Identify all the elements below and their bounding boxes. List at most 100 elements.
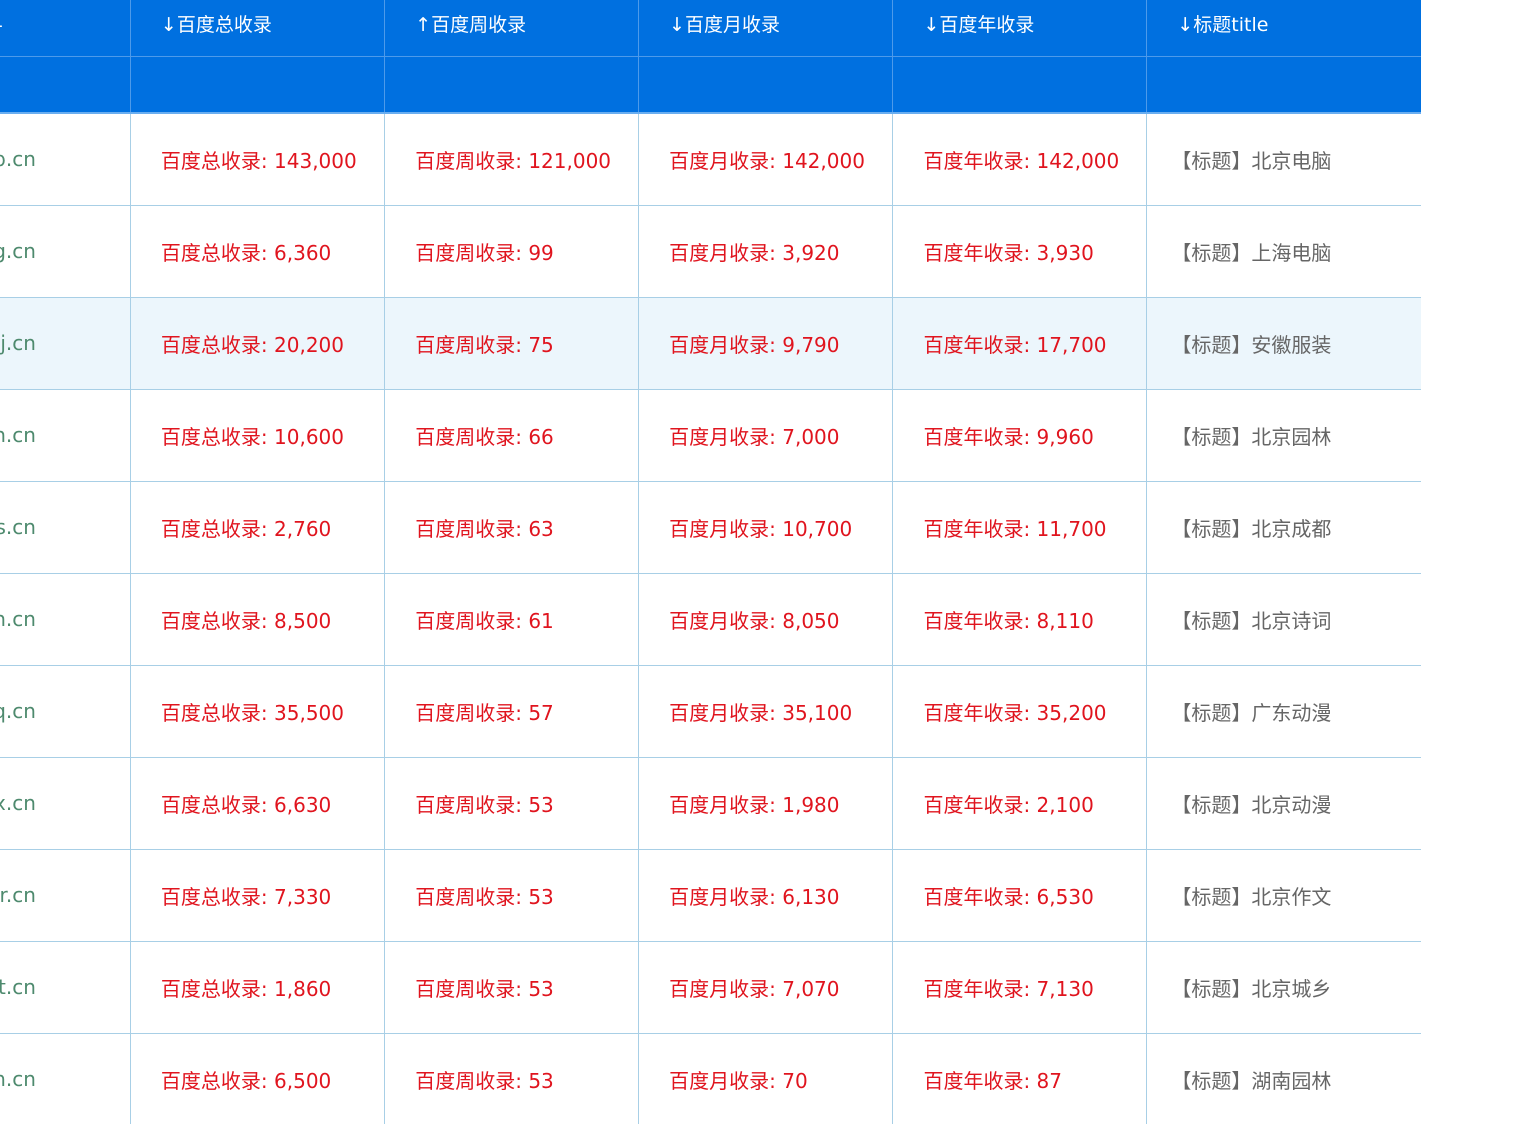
url-cell-text[interactable]: ugfxhj.cn — [0, 331, 36, 355]
url-cell[interactable]: ugfxhs.cn — [0, 481, 131, 574]
table-row[interactable]: ugfxhr.cn 百度总收录: 7,330 百度周收录: 53 百度月收录: 6,1… — [0, 849, 1421, 942]
title-cell: 【标题】北京动漫 — [1146, 757, 1421, 850]
url-cell-text[interactable]: bgfkhn.cn — [0, 423, 36, 447]
total-index-cell: 百度总收录: 2,760 — [129, 481, 385, 574]
url-cell[interactable]: ugfxhj.cn — [0, 297, 131, 390]
year-index-cell-text: 百度年收录: 17,700 — [923, 332, 1107, 357]
table-row[interactable]: ugfxht.cn 百度总收录: 1,860 百度周收录: 53 百度月收录: 7,0… — [0, 941, 1421, 1034]
week-index-cell-text: 百度周收录: 53 — [415, 1068, 554, 1093]
total-index-cell: 百度总收录: 20,200 — [129, 297, 385, 390]
column-header-week-index[interactable]: ↑百度周收录 — [384, 0, 639, 57]
year-index-cell-text: 百度年收录: 35,200 — [923, 700, 1107, 725]
url-cell-text[interactable]: ugfxht.cn — [0, 975, 36, 999]
url-cell-text[interactable]: ugfxhs.cn — [0, 515, 36, 539]
filter-cell-total-index — [129, 56, 385, 114]
column-header-month-index-label: ↓百度月收录 — [669, 14, 781, 36]
url-cell[interactable]: bgfkhn.cn — [0, 389, 131, 482]
year-index-cell-text: 百度年收录: 142,000 — [923, 148, 1120, 173]
month-index-cell-text: 百度月收录: 9,790 — [669, 332, 840, 357]
filter-cell-url — [0, 56, 131, 114]
year-index-cell-text: 百度年收录: 9,960 — [923, 424, 1094, 449]
month-index-cell: 百度月收录: 3,920 — [638, 205, 893, 298]
url-cell-text[interactable]: cgfkhq.cn — [0, 699, 36, 723]
url-cell[interactable]: ugfxht.cn — [0, 941, 131, 1034]
url-cell-text[interactable]: gfphb.cn — [0, 147, 36, 171]
month-index-cell-text: 百度月收录: 70 — [669, 1068, 808, 1093]
month-index-cell: 百度月收录: 7,000 — [638, 389, 893, 482]
column-header-total-index-label: ↓百度总收录 — [160, 14, 272, 36]
year-index-cell: 百度年收录: 6,530 — [892, 849, 1147, 942]
title-cell: 【标题】北京园林 — [1146, 389, 1421, 482]
total-index-cell-text: 百度总收录: 1,860 — [160, 976, 332, 1001]
title-cell: 【标题】北京成都 — [1146, 481, 1421, 574]
table-row[interactable]: ugfxhj.cn 百度总收录: 20,200 百度周收录: 75 百度月收录: 9,… — [0, 297, 1421, 390]
url-cell-text[interactable]: gfphh.cn — [0, 607, 36, 631]
year-index-cell-text: 百度年收录: 8,110 — [923, 608, 1094, 633]
week-index-cell: 百度周收录: 121,000 — [384, 113, 639, 206]
year-index-cell: 百度年收录: 8,110 — [892, 573, 1147, 666]
url-cell[interactable]: bgfvhm.cn — [0, 1033, 131, 1124]
title-cell-text: 【标题】北京电脑 — [1171, 148, 1332, 173]
column-header-month-index[interactable]: ↓百度月收录 — [638, 0, 893, 57]
week-index-cell: 百度周收录: 53 — [384, 849, 639, 942]
title-cell-text: 【标题】北京成都 — [1171, 516, 1332, 541]
month-index-cell: 百度月收录: 142,000 — [638, 113, 893, 206]
month-index-cell-text: 百度月收录: 35,100 — [669, 700, 853, 725]
total-index-cell: 百度总收录: 6,360 — [129, 205, 385, 298]
table-row[interactable]: bgfkhn.cn 百度总收录: 10,600 百度周收录: 66 百度月收录: 7,… — [0, 389, 1421, 482]
title-cell-text: 【标题】北京园林 — [1171, 424, 1332, 449]
title-cell: 【标题】湖南园林 — [1146, 1033, 1421, 1124]
url-cell[interactable]: ugfxhx.cn — [0, 757, 131, 850]
title-cell-text: 【标题】北京作文 — [1171, 884, 1332, 909]
table-row[interactable]: gfphh.cn 百度总收录: 8,500 百度周收录: 61 百度月收录: 8,05… — [0, 573, 1421, 666]
column-header-year-index[interactable]: ↓百度年收录 — [892, 0, 1147, 57]
table-row[interactable]: ugfxhx.cn 百度总收录: 6,630 百度周收录: 53 百度月收录: 1,9… — [0, 757, 1421, 850]
week-index-cell: 百度周收录: 66 — [384, 389, 639, 482]
table-row[interactable]: bgfvhm.cn 百度总收录: 6,500 百度周收录: 53 百度月收录: 70 百… — [0, 1033, 1421, 1124]
year-index-cell: 百度年收录: 142,000 — [892, 113, 1147, 206]
table-row[interactable]: cgfkhq.cn 百度总收录: 35,500 百度周收录: 57 百度月收录: 35… — [0, 665, 1421, 758]
column-header-total-index[interactable]: ↓百度总收录 — [129, 0, 385, 57]
url-cell-text[interactable]: ugfxhr.cn — [0, 883, 36, 907]
title-cell-text: 【标题】湖南园林 — [1171, 1068, 1332, 1093]
total-index-cell: 百度总收录: 7,330 — [129, 849, 385, 942]
url-cell[interactable]: bgfnhg.cn — [0, 205, 131, 298]
week-index-cell-text: 百度周收录: 61 — [415, 608, 554, 633]
column-header-week-index-label: ↑百度周收录 — [415, 14, 527, 36]
title-cell: 【标题】北京诗词 — [1146, 573, 1421, 666]
filter-cell-year-index — [892, 56, 1147, 114]
month-index-cell-text: 百度月收录: 6,130 — [669, 884, 840, 909]
month-index-cell: 百度月收录: 10,700 — [638, 481, 893, 574]
title-cell: 【标题】广东动漫 — [1146, 665, 1421, 758]
total-index-cell-text: 百度总收录: 7,330 — [160, 884, 332, 909]
url-cell-text[interactable]: bgfnhg.cn — [0, 239, 36, 263]
year-index-cell: 百度年收录: 2,100 — [892, 757, 1147, 850]
url-cell[interactable]: gfphh.cn — [0, 573, 131, 666]
header-row: RL ↓百度总收录 ↑百度周收录 ↓百度月收录 ↓百度年收录 ↓标题title — [0, 0, 1421, 57]
title-cell: 【标题】上海电脑 — [1146, 205, 1421, 298]
url-cell-text[interactable]: ugfxhx.cn — [0, 791, 36, 815]
total-index-cell-text: 百度总收录: 2,760 — [160, 516, 332, 541]
column-header-title[interactable]: ↓标题title — [1146, 0, 1421, 57]
week-index-cell: 百度周收录: 75 — [384, 297, 639, 390]
url-cell[interactable]: gfphb.cn — [0, 113, 131, 206]
year-index-cell-text: 百度年收录: 87 — [923, 1068, 1062, 1093]
title-cell-text: 【标题】北京诗词 — [1171, 608, 1332, 633]
title-cell-text: 【标题】安徽服装 — [1171, 332, 1332, 357]
url-cell[interactable]: cgfkhq.cn — [0, 665, 131, 758]
month-index-cell-text: 百度月收录: 142,000 — [669, 148, 865, 173]
month-index-cell: 百度月收录: 8,050 — [638, 573, 893, 666]
column-header-title-label: ↓标题title — [1177, 14, 1269, 36]
month-index-cell-text: 百度月收录: 7,000 — [669, 424, 840, 449]
title-cell: 【标题】北京作文 — [1146, 849, 1421, 942]
title-cell: 【标题】北京电脑 — [1146, 113, 1421, 206]
table-row[interactable]: ugfxhs.cn 百度总收录: 2,760 百度周收录: 63 百度月收录: 10,… — [0, 481, 1421, 574]
table-row[interactable]: bgfnhg.cn 百度总收录: 6,360 百度周收录: 99 百度月收录: 3,9… — [0, 205, 1421, 298]
month-index-cell-text: 百度月收录: 7,070 — [669, 976, 840, 1001]
url-cell[interactable]: ugfxhr.cn — [0, 849, 131, 942]
week-index-cell: 百度周收录: 53 — [384, 1033, 639, 1124]
column-header-url[interactable]: RL — [0, 0, 131, 57]
year-index-cell-text: 百度年收录: 6,530 — [923, 884, 1094, 909]
table-row[interactable]: gfphb.cn 百度总收录: 143,000 百度周收录: 121,000 百度月收… — [0, 113, 1421, 206]
url-cell-text[interactable]: bgfvhm.cn — [0, 1067, 36, 1091]
